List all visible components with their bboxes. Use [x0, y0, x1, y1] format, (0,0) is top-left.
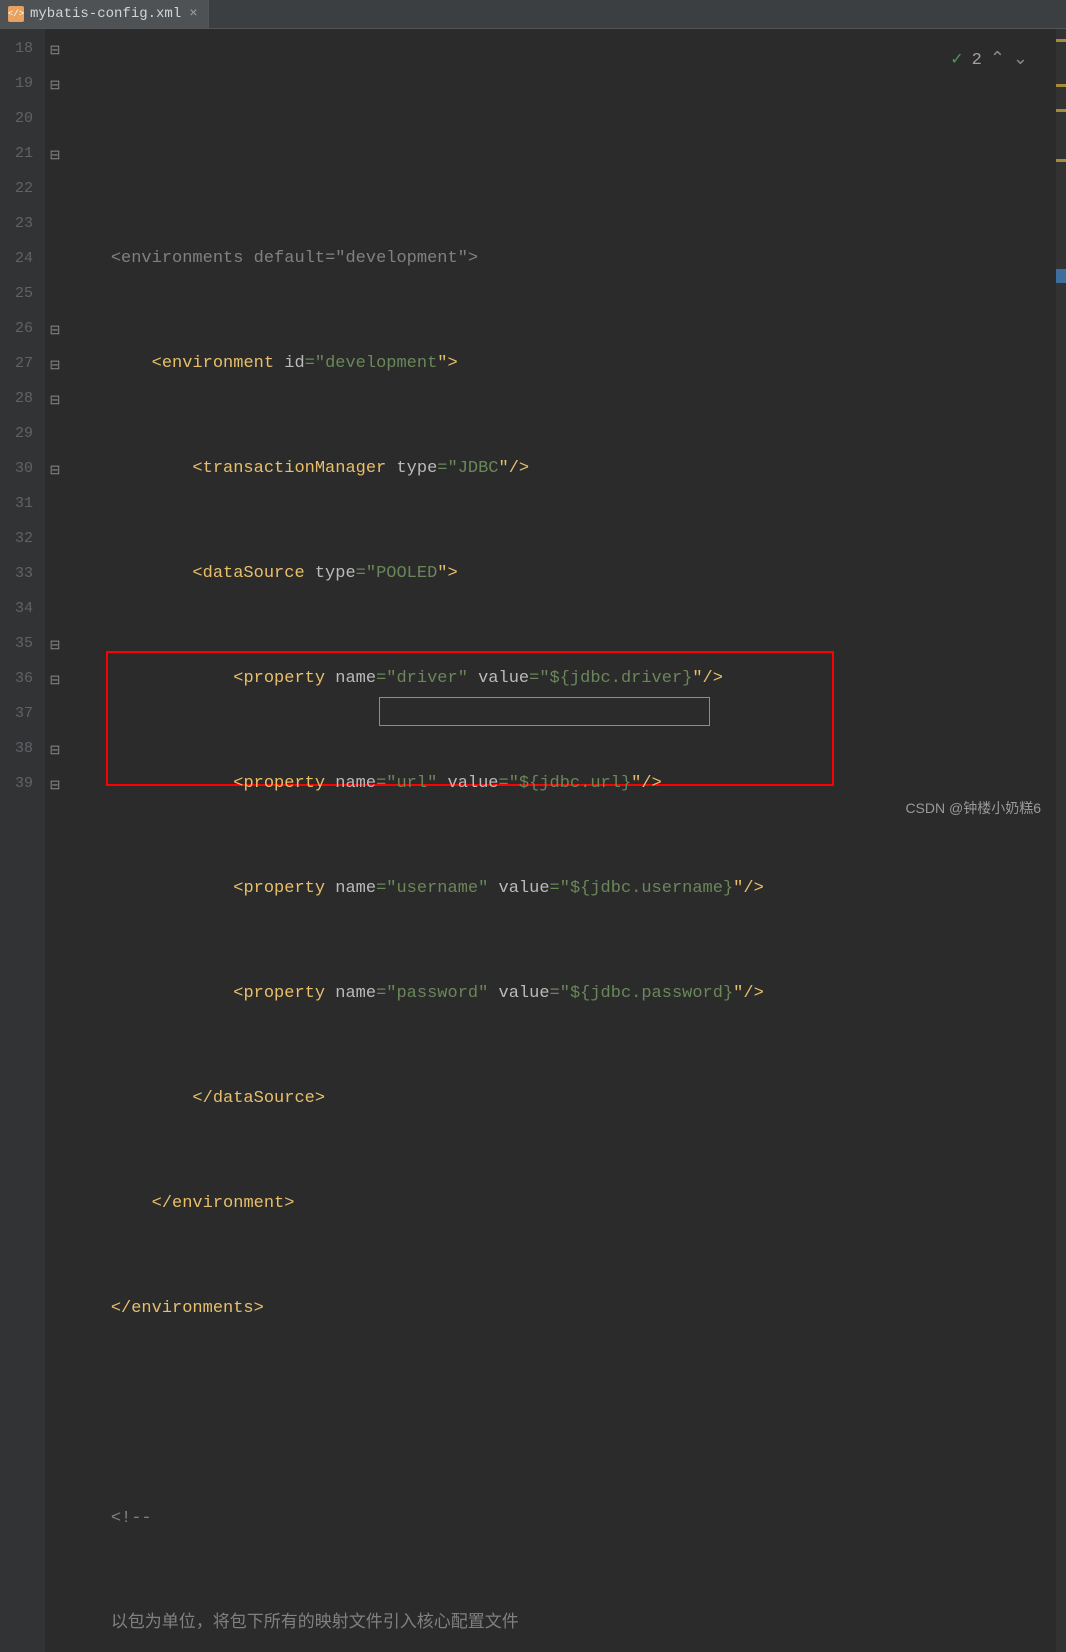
line-number: 28 [0, 381, 33, 416]
line-number: 23 [0, 206, 33, 241]
fold-icon[interactable]: ⊟ [45, 313, 65, 348]
minimap-marker [1056, 159, 1066, 162]
code-line[interactable]: 以包为单位，将包下所有的映射文件引入核心配置文件 [65, 1606, 1056, 1641]
line-number: 21 [0, 136, 33, 171]
fold-icon[interactable]: ⊟ [45, 453, 65, 488]
line-number: 22 [0, 171, 33, 206]
file-tab[interactable]: </> mybatis-config.xml × [0, 0, 209, 28]
line-number: 30 [0, 451, 33, 486]
code-editor[interactable]: ✓ 2 ⌃ ⌄ <environments default="developme… [65, 29, 1056, 1652]
line-number: 25 [0, 276, 33, 311]
code-line[interactable]: <property name="url" value="${jdbc.url}"… [65, 766, 1056, 801]
check-icon: ✓ [950, 43, 963, 78]
fold-icon [45, 593, 65, 628]
inspection-indicator[interactable]: ✓ 2 ⌃ ⌄ [950, 43, 1028, 78]
minimap-marker [1056, 269, 1066, 283]
fold-icon [45, 103, 65, 138]
line-number: 29 [0, 416, 33, 451]
code-line[interactable]: <property name="driver" value="${jdbc.dr… [65, 661, 1056, 696]
ide-container: </> mybatis-config.xml × 18 19 20 21 22 … [0, 0, 1066, 826]
code-line[interactable]: </environment> [65, 1186, 1056, 1221]
line-number: 36 [0, 661, 33, 696]
line-number: 27 [0, 346, 33, 381]
line-number: 33 [0, 556, 33, 591]
fold-icon[interactable]: ⊟ [45, 733, 65, 768]
line-number: 26 [0, 311, 33, 346]
minimap-marker [1056, 39, 1066, 42]
fold-icon [45, 278, 65, 313]
code-line[interactable]: <property name="password" value="${jdbc.… [65, 976, 1056, 1011]
minimap-marker [1056, 109, 1066, 112]
fold-icon [45, 523, 65, 558]
line-number: 32 [0, 521, 33, 556]
code-line[interactable]: <property name="username" value="${jdbc.… [65, 871, 1056, 906]
watermark-text: CSDN @钟楼小奶糕6 [905, 798, 1041, 818]
close-icon[interactable]: × [187, 6, 199, 22]
fold-icon [45, 558, 65, 593]
line-number: 24 [0, 241, 33, 276]
selection-highlight [379, 697, 710, 726]
code-line[interactable]: </environments> [65, 1291, 1056, 1326]
fold-icon[interactable]: ⊟ [45, 663, 65, 698]
line-number: 20 [0, 101, 33, 136]
line-number: 19 [0, 66, 33, 101]
minimap-marker [1056, 84, 1066, 87]
fold-icon[interactable]: ⊟ [45, 138, 65, 173]
fold-icon[interactable]: ⊟ [45, 348, 65, 383]
fold-icon[interactable]: ⊟ [45, 768, 65, 803]
tab-filename: mybatis-config.xml [30, 6, 181, 22]
fold-icon[interactable]: ⊟ [45, 628, 65, 663]
line-number: 37 [0, 696, 33, 731]
code-line[interactable]: <environments default="development"> [65, 241, 1056, 276]
line-number: 38 [0, 731, 33, 766]
code-line[interactable]: <!-- [65, 1501, 1056, 1536]
fold-icon[interactable]: ⊟ [45, 68, 65, 103]
fold-icon [45, 243, 65, 278]
chevron-up-icon[interactable]: ⌃ [990, 43, 1005, 78]
code-line[interactable]: <environment id="development"> [65, 346, 1056, 381]
fold-icon [45, 698, 65, 733]
line-number: 18 [0, 31, 33, 66]
minimap-scrollbar[interactable] [1056, 29, 1066, 1652]
fold-icon [45, 488, 65, 523]
line-number: 31 [0, 486, 33, 521]
chevron-down-icon[interactable]: ⌄ [1013, 43, 1028, 78]
line-number: 39 [0, 766, 33, 801]
fold-icon [45, 173, 65, 208]
fold-icon[interactable]: ⊟ [45, 383, 65, 418]
fold-icon[interactable]: ⊟ [45, 33, 65, 68]
line-number: 35 [0, 626, 33, 661]
code-line[interactable]: <transactionManager type="JDBC"/> [65, 451, 1056, 486]
code-line[interactable] [65, 1396, 1056, 1431]
line-number: 34 [0, 591, 33, 626]
code-line[interactable]: <dataSource type="POOLED"> [65, 556, 1056, 591]
fold-gutter[interactable]: ⊟ ⊟ ⊟ ⊟ ⊟ ⊟ ⊟ ⊟ ⊟ ⊟ ⊟ [45, 29, 65, 1652]
warning-count: 2 [972, 43, 982, 78]
xml-file-icon: </> [8, 6, 24, 22]
fold-icon [45, 418, 65, 453]
tab-bar: </> mybatis-config.xml × [0, 0, 1066, 29]
line-number-gutter[interactable]: 18 19 20 21 22 23 24 25 26 27 28 29 30 3… [0, 29, 45, 1652]
fold-icon [45, 208, 65, 243]
code-line[interactable]: </dataSource> [65, 1081, 1056, 1116]
editor-area: 18 19 20 21 22 23 24 25 26 27 28 29 30 3… [0, 29, 1066, 1652]
